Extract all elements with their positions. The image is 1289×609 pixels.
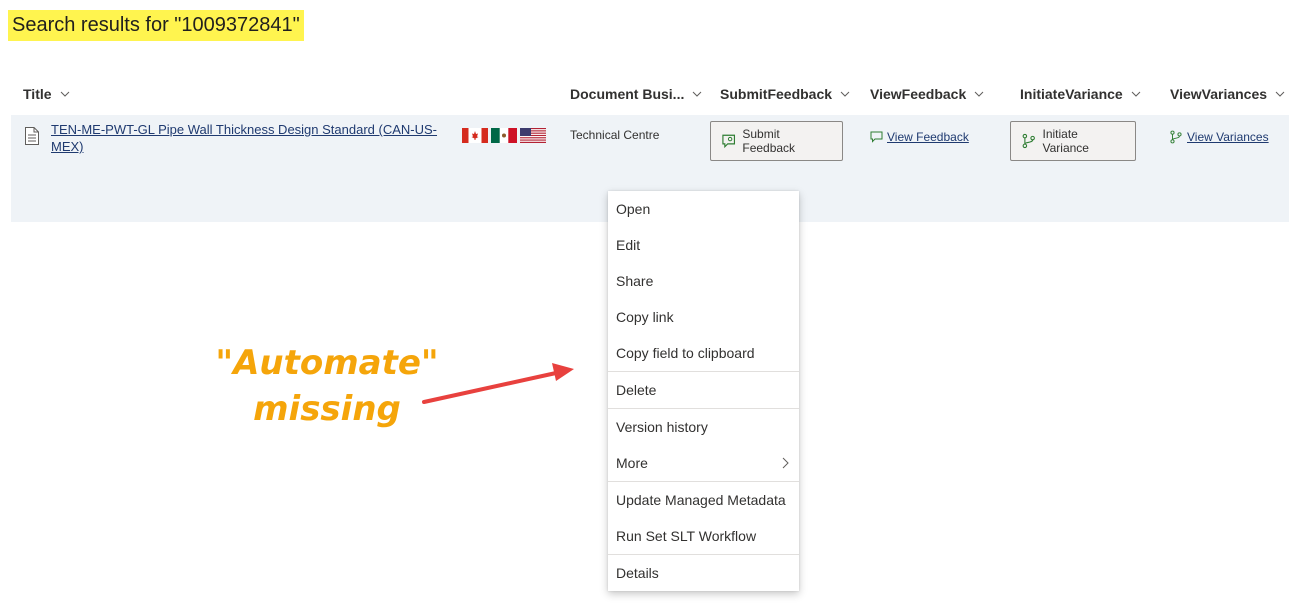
annotation-arrow <box>422 363 574 404</box>
